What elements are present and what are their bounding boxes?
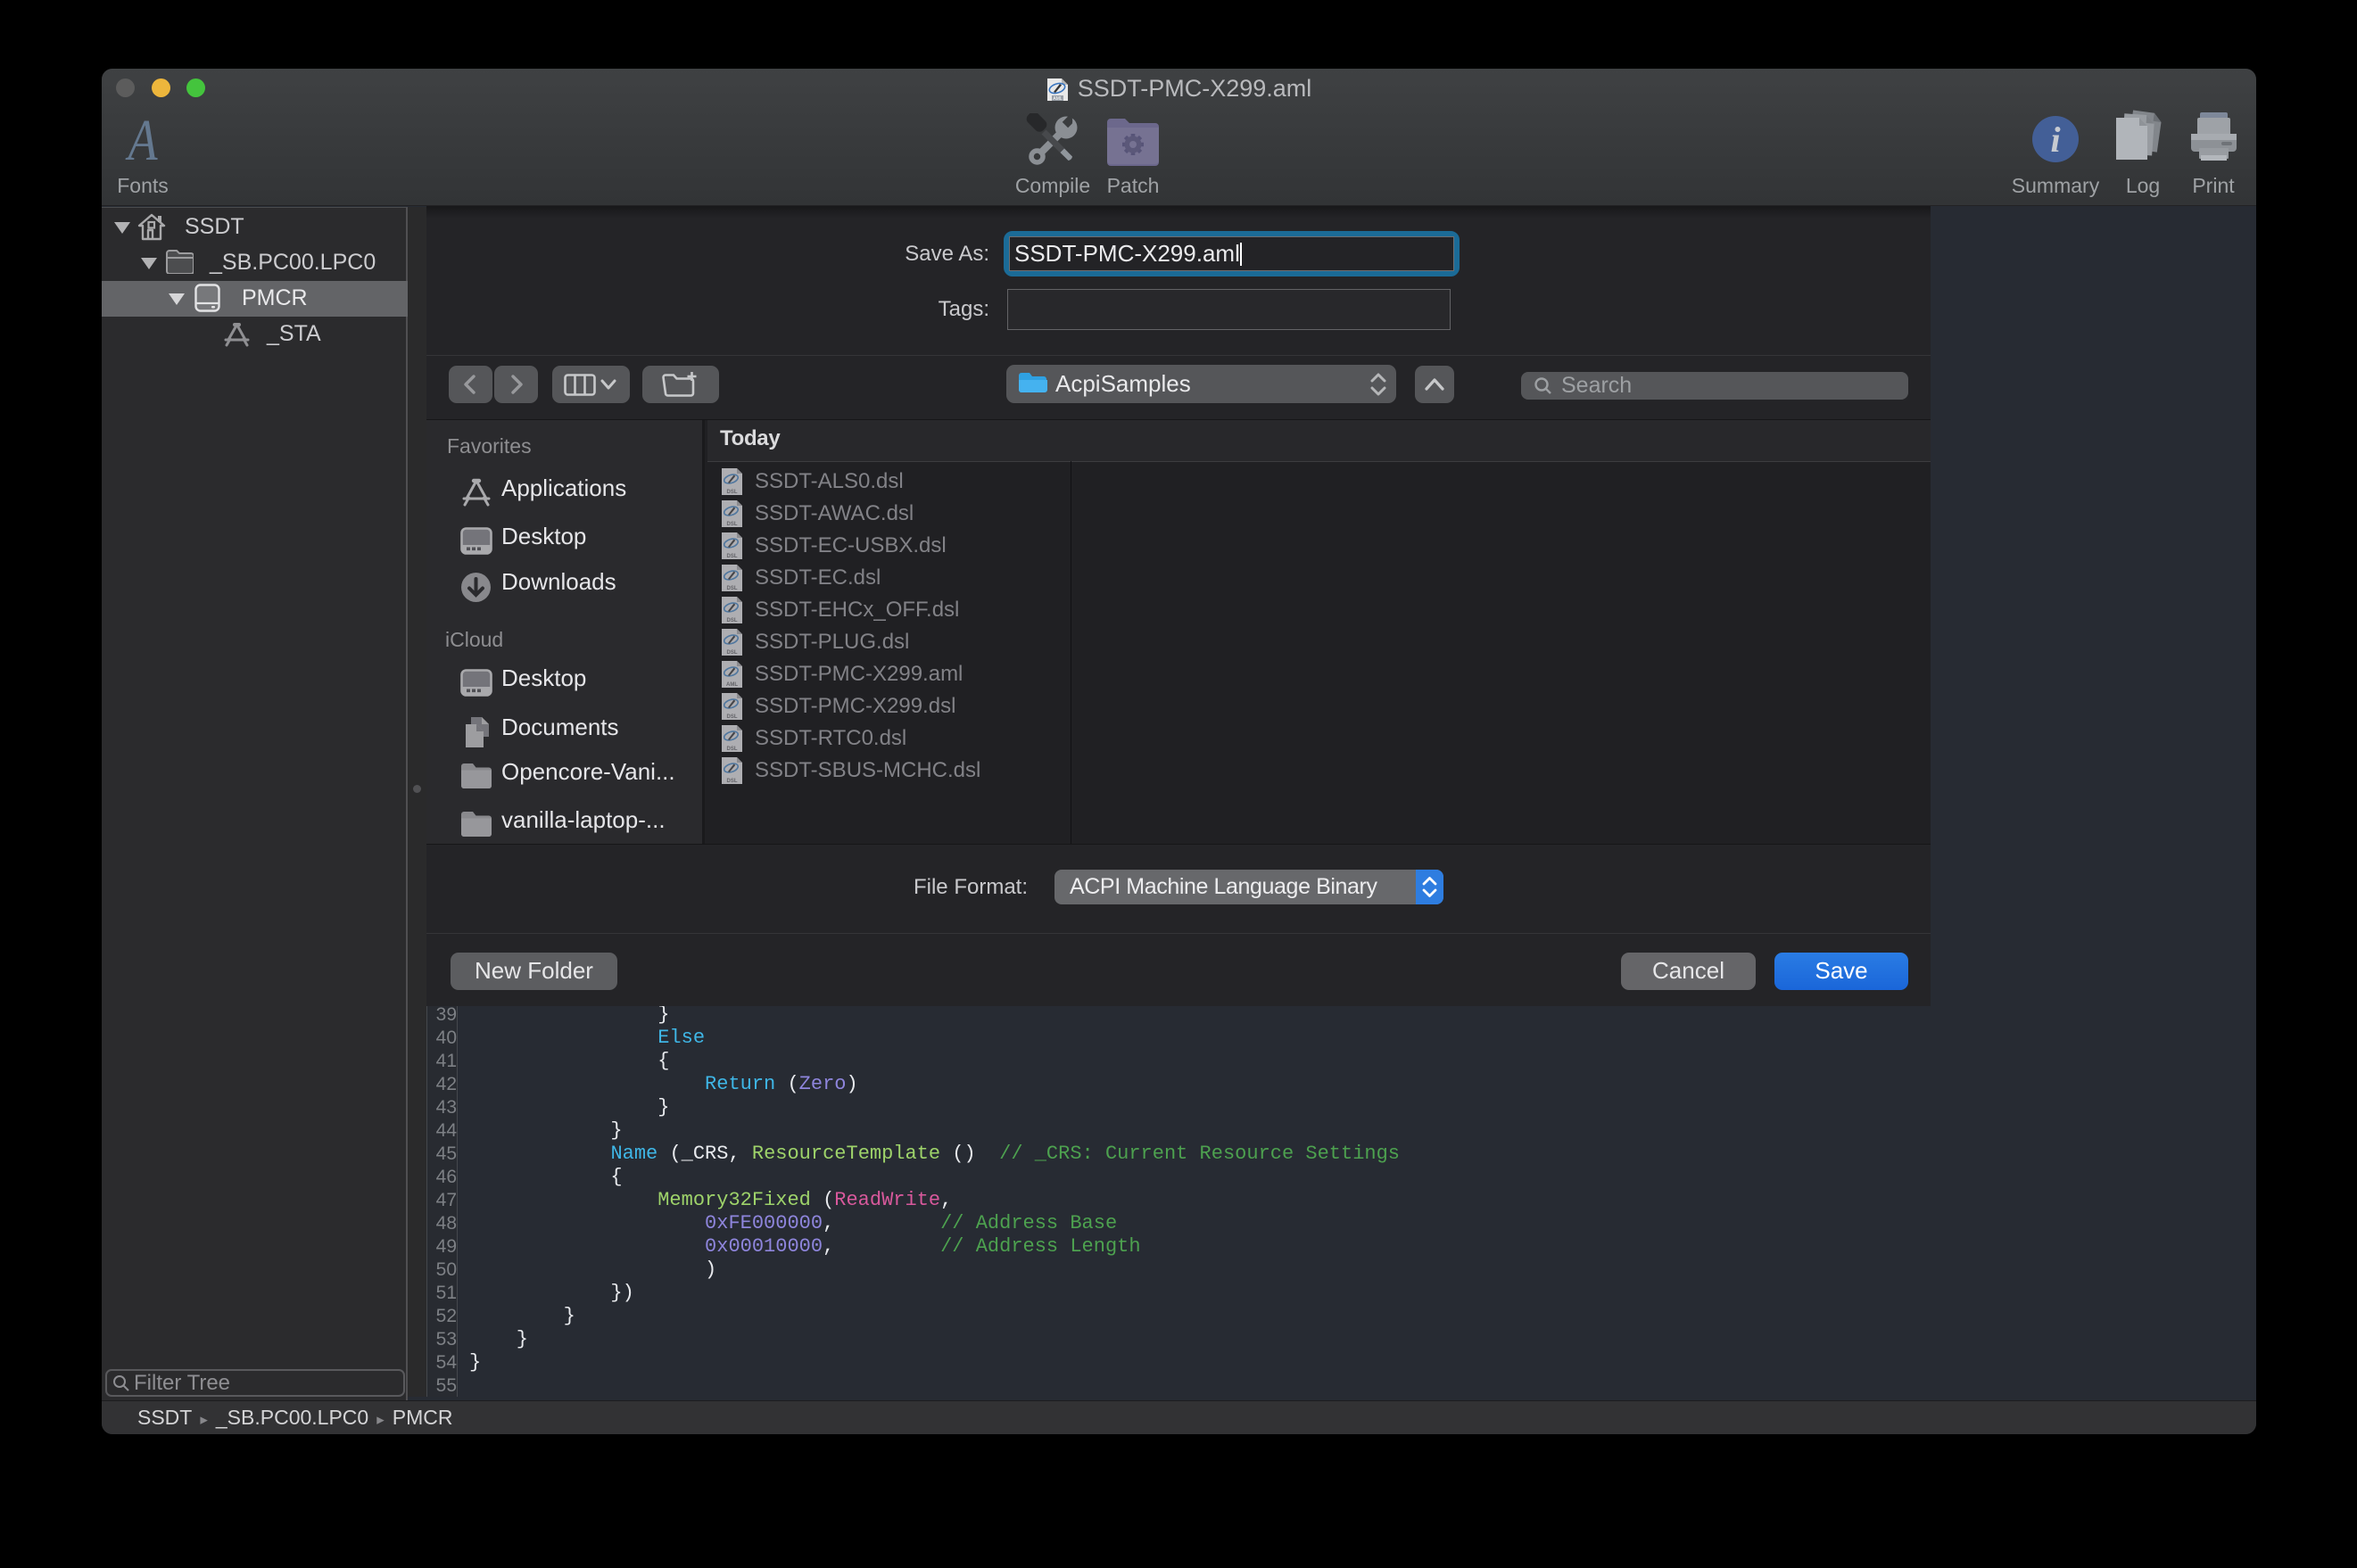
svg-text:AML: AML — [726, 682, 738, 688]
svg-text:DSL: DSL — [727, 490, 738, 495]
svg-text:DSL: DSL — [727, 714, 738, 720]
svg-text:DSL: DSL — [727, 779, 738, 784]
svg-text:DSL: DSL — [727, 650, 738, 656]
svg-text:DSL: DSL — [727, 618, 738, 623]
svg-text:i: i — [2050, 120, 2060, 160]
svg-text:DSL: DSL — [727, 586, 738, 591]
svg-text:AML: AML — [1053, 96, 1063, 102]
svg-text:DSL: DSL — [727, 747, 738, 752]
svg-text:DSL: DSL — [727, 522, 738, 527]
svg-text:DSL: DSL — [727, 554, 738, 559]
